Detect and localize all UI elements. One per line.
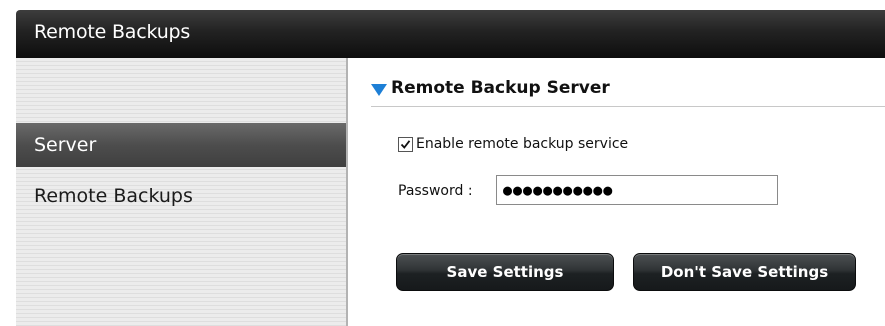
app-frame: Remote Backups Server Remote Backups Rem… <box>0 0 885 326</box>
title-bar: Remote Backups <box>16 10 885 58</box>
sidebar-item-label: Remote Backups <box>34 185 193 207</box>
password-field[interactable] <box>496 175 778 205</box>
section-title: Remote Backup Server <box>391 78 610 98</box>
window-title: Remote Backups <box>34 21 191 43</box>
triangle-down-icon <box>371 84 387 96</box>
main-panel: Remote Backup Server Enable remote backu… <box>349 58 885 326</box>
sidebar-item-server[interactable]: Server <box>16 123 346 167</box>
sidebar-divider <box>346 58 348 326</box>
password-label: Password : <box>398 183 473 199</box>
sidebar-item-remote-backups[interactable]: Remote Backups <box>16 174 346 218</box>
enable-remote-backup-checkbox[interactable] <box>398 136 413 152</box>
checkmark-icon <box>400 139 411 149</box>
save-settings-button[interactable]: Save Settings <box>396 253 614 291</box>
enable-remote-backup-row: Enable remote backup service <box>398 134 628 154</box>
section-header[interactable]: Remote Backup Server <box>371 78 885 107</box>
enable-remote-backup-label: Enable remote backup service <box>416 136 629 152</box>
sidebar: Server Remote Backups <box>16 58 347 326</box>
sidebar-item-label: Server <box>34 134 97 156</box>
dont-save-settings-button[interactable]: Don't Save Settings <box>633 253 856 291</box>
